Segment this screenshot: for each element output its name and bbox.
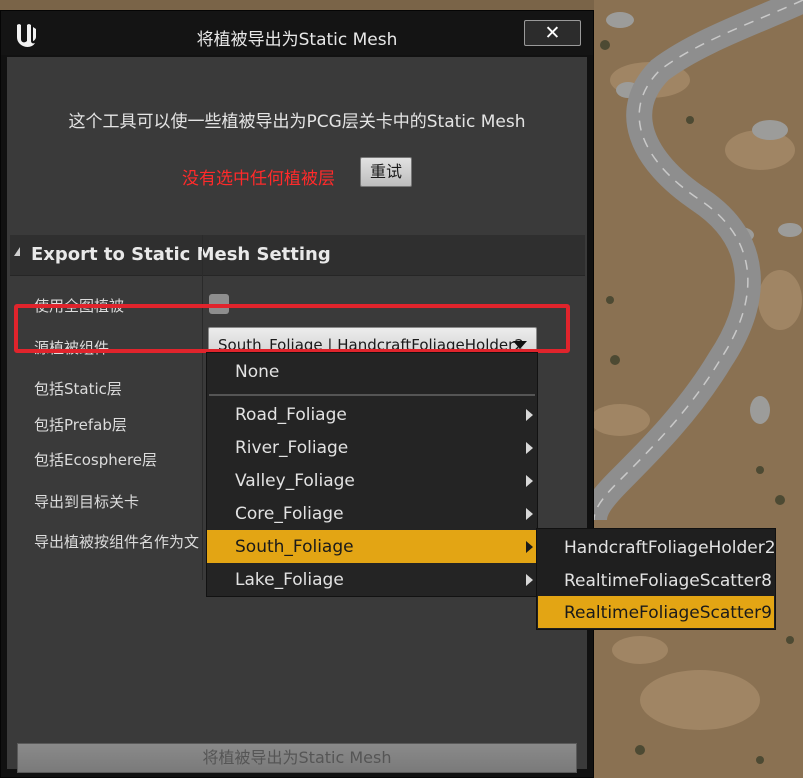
submenu-arrow-icon (526, 475, 533, 487)
submenu-item-realtime-scatter-9[interactable]: RealtimeFoliageScatter9 (538, 596, 774, 628)
submenu-arrow-icon (526, 442, 533, 454)
south-foliage-submenu: HandcraftFoliageHolder2 RealtimeFoliageS… (536, 528, 776, 630)
collapse-arrow-icon (14, 247, 20, 256)
menu-item-none[interactable]: None (207, 355, 537, 388)
include-prefab-label: 包括Prefab层 (34, 416, 127, 434)
menu-item-road-foliage[interactable]: Road_Foliage (207, 398, 537, 431)
export-target-label: 导出到目标关卡 (34, 493, 140, 511)
annotation-highlight-box (14, 304, 570, 353)
menu-item-label: Core_Foliage (235, 504, 344, 524)
section-header-export-settings[interactable]: Export to Static Mesh Setting (10, 235, 585, 276)
submenu-item-handcraft-holder-2[interactable]: HandcraftFoliageHolder2 (538, 531, 776, 563)
menu-item-label: Valley_Foliage (235, 471, 355, 491)
foliage-layer-menu: None Road_Foliage River_Foliage Valley_F… (206, 352, 538, 597)
close-icon: ✕ (544, 22, 561, 44)
menu-item-lake-foliage[interactable]: Lake_Foliage (207, 563, 537, 596)
menu-item-label: River_Foliage (235, 438, 349, 458)
menu-item-label: None (235, 362, 280, 382)
title-bar[interactable]: 将植被导出为Static Mesh ✕ (1, 11, 593, 55)
menu-item-label: Road_Foliage (235, 405, 347, 425)
menu-item-valley-foliage[interactable]: Valley_Foliage (207, 464, 537, 497)
no-layer-warning: 没有选中任何植被层 (182, 169, 335, 189)
section-title: Export to Static Mesh Setting (31, 244, 331, 265)
submenu-arrow-icon (526, 541, 533, 553)
column-divider[interactable] (202, 235, 203, 580)
close-button[interactable]: ✕ (524, 20, 581, 46)
menu-item-river-foliage[interactable]: River_Foliage (207, 431, 537, 464)
submenu-item-realtime-scatter-8[interactable]: RealtimeFoliageScatter8 (538, 564, 774, 596)
include-static-label: 包括Static层 (34, 380, 122, 398)
submenu-arrow-icon (526, 409, 533, 421)
menu-separator (209, 394, 535, 396)
include-ecosphere-label: 包括Ecosphere层 (34, 451, 158, 469)
submenu-item-label: RealtimeFoliageScatter8 (564, 571, 772, 591)
submenu-arrow-icon (526, 574, 533, 586)
window-title: 将植被导出为Static Mesh (196, 30, 398, 50)
tool-description: 这个工具可以使一些植被导出为PCG层关卡中的Static Mesh (68, 112, 526, 132)
export-static-mesh-button[interactable]: 将植被导出为Static Mesh (17, 743, 577, 773)
menu-item-label: Lake_Foliage (235, 570, 344, 590)
menu-item-south-foliage[interactable]: South_Foliage (207, 530, 537, 563)
submenu-item-label: RealtimeFoliageScatter9 (564, 603, 772, 623)
menu-item-core-foliage[interactable]: Core_Foliage (207, 497, 537, 530)
export-name-label: 导出植被按组件名作为文 (34, 533, 200, 551)
retry-button[interactable]: 重试 (360, 157, 412, 187)
menu-item-label: South_Foliage (235, 537, 354, 557)
submenu-arrow-icon (526, 508, 533, 520)
submenu-item-label: HandcraftFoliageHolder2 (564, 538, 776, 558)
